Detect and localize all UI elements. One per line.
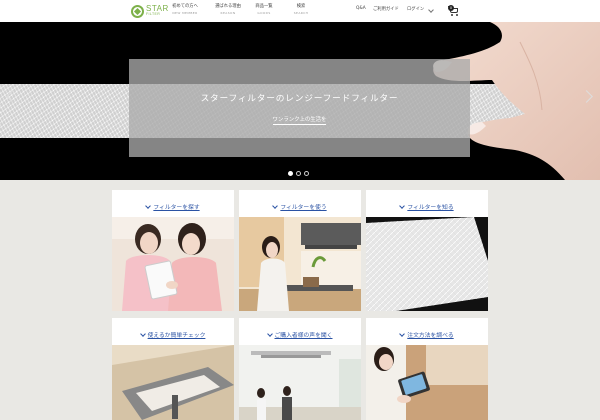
slider-dot-3[interactable] [304, 171, 309, 176]
card-title: ご購入者様の声を聞く [274, 333, 333, 339]
hero-slider: スターフィルターのレンジーフードフィルター ワンランク上の生活を [0, 22, 600, 180]
cart-count-badge: 0 [448, 5, 454, 11]
site-header: STAR FILTER 初めての方へ NEW MEMBER 選ばれる理由 REA… [0, 0, 600, 22]
hero-link[interactable]: ワンランク上の生活を [129, 115, 470, 125]
card-how-to-order[interactable]: 注文方法を調べる How to order [366, 318, 488, 420]
card-voice-of-others[interactable]: ご購入者様の声を聞く Voice of others [239, 318, 361, 420]
chevron-down-icon [399, 203, 406, 209]
filter-material-photo [366, 217, 488, 311]
card-simple-check[interactable]: 使えるか簡単チェック Simple check [112, 318, 234, 420]
card-title: 使えるか簡単チェック [147, 333, 206, 339]
hero-title: スターフィルターのレンジーフードフィルター [200, 94, 399, 104]
slider-dot-1[interactable] [288, 171, 293, 176]
kitchen-cooking-photo [239, 217, 361, 311]
chevron-down-icon [272, 203, 279, 209]
hero-caption-panel: スターフィルターのレンジーフードフィルター ワンランク上の生活を [129, 59, 470, 157]
card-title: フィルターを使う [280, 205, 327, 211]
chevron-down-icon [139, 331, 146, 337]
cart-icon[interactable]: 0 [448, 5, 460, 16]
slider-dots [288, 171, 309, 176]
qa-link[interactable]: Q&A [356, 6, 366, 11]
login-link[interactable]: ログイン [407, 6, 424, 12]
card-title: 注文方法を調べる [407, 333, 454, 339]
slider-dot-2[interactable] [296, 171, 301, 176]
tablet-order-photo [366, 345, 488, 420]
card-title: フィルターを探す [153, 205, 200, 211]
star-logo-icon [131, 4, 144, 18]
chevron-down-icon [399, 331, 406, 337]
card-know-filter[interactable]: フィルターを知る Know the filter [366, 190, 488, 311]
chevron-down-icon [145, 203, 152, 209]
nav-search[interactable]: 検索 SEARCH [278, 3, 324, 16]
chevron-down-icon [266, 331, 273, 337]
guide-link[interactable]: ご利用ガイド [373, 6, 399, 12]
nav-new-member[interactable]: 初めての方へ NEW MEMBER [162, 3, 208, 16]
chevron-down-icon[interactable] [428, 7, 434, 13]
women-tablet-photo [112, 217, 234, 311]
card-title: フィルターを知る [407, 205, 454, 211]
card-look-for-filter[interactable]: フィルターを探す Look for a filter [112, 190, 234, 311]
range-hood-photo [112, 345, 234, 420]
customers-kitchen-photo [239, 345, 361, 420]
card-use-filter[interactable]: フィルターを使う Use the filter [239, 190, 361, 311]
